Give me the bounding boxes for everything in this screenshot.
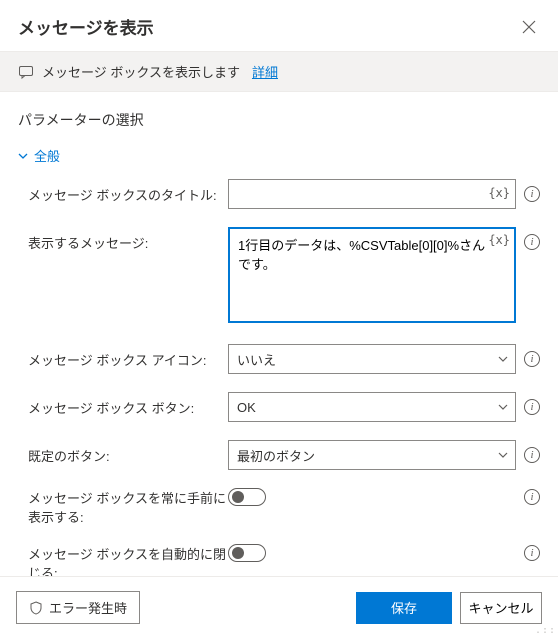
message-input[interactable] bbox=[228, 227, 516, 323]
auto-close-toggle[interactable] bbox=[228, 544, 266, 562]
save-button[interactable]: 保存 bbox=[356, 592, 452, 624]
chevron-down-icon bbox=[497, 401, 509, 413]
dialog-title: メッセージを表示 bbox=[18, 14, 154, 39]
group-general[interactable]: 全般 bbox=[18, 146, 540, 165]
icon-select-value: いいえ bbox=[237, 350, 276, 369]
section-title: パラメーターの選択 bbox=[18, 110, 540, 130]
info-bar: メッセージ ボックスを表示します 詳細 bbox=[0, 51, 558, 92]
chevron-down-icon bbox=[497, 353, 509, 365]
info-icon[interactable]: i bbox=[524, 351, 540, 367]
field-title: メッセージ ボックスのタイトル: {x} i bbox=[28, 179, 540, 209]
field-default: 既定のボタン: 最初のボタン i bbox=[28, 440, 540, 470]
info-icon[interactable]: i bbox=[524, 489, 540, 505]
close-button[interactable] bbox=[518, 16, 540, 38]
field-buttons-label: メッセージ ボックス ボタン: bbox=[28, 392, 228, 417]
field-icon-label: メッセージ ボックス アイコン: bbox=[28, 344, 228, 369]
dialog: メッセージを表示 メッセージ ボックスを表示します 詳細 パラメーターの選択 全… bbox=[0, 0, 558, 638]
field-auto-close-label: メッセージ ボックスを自動的に閉じる: bbox=[28, 544, 228, 576]
info-icon[interactable]: i bbox=[524, 545, 540, 561]
chevron-down-icon bbox=[18, 151, 28, 161]
default-select-value: 最初のボタン bbox=[237, 446, 315, 465]
info-icon[interactable]: i bbox=[524, 447, 540, 463]
details-link[interactable]: 詳細 bbox=[252, 62, 278, 81]
cancel-button[interactable]: キャンセル bbox=[460, 592, 542, 624]
title-input[interactable] bbox=[228, 179, 516, 209]
field-always-top: メッセージ ボックスを常に手前に表示する: i bbox=[28, 488, 540, 526]
content: パラメーターの選択 全般 メッセージ ボックスのタイトル: {x} i 表示する… bbox=[0, 92, 558, 576]
field-message-label: 表示するメッセージ: bbox=[28, 227, 228, 252]
field-message: 表示するメッセージ: {x} i bbox=[28, 227, 540, 326]
info-icon[interactable]: i bbox=[524, 399, 540, 415]
on-error-button[interactable]: エラー発生時 bbox=[16, 591, 140, 624]
icon-select[interactable]: いいえ bbox=[228, 344, 516, 374]
chevron-down-icon bbox=[497, 449, 509, 461]
always-top-toggle[interactable] bbox=[228, 488, 266, 506]
default-select[interactable]: 最初のボタン bbox=[228, 440, 516, 470]
field-default-label: 既定のボタン: bbox=[28, 440, 228, 465]
field-buttons: メッセージ ボックス ボタン: OK i bbox=[28, 392, 540, 422]
field-auto-close: メッセージ ボックスを自動的に閉じる: i bbox=[28, 544, 540, 576]
field-always-top-label: メッセージ ボックスを常に手前に表示する: bbox=[28, 488, 228, 526]
footer: エラー発生時 保存 キャンセル bbox=[0, 576, 558, 638]
info-icon[interactable]: i bbox=[524, 234, 540, 250]
variable-icon[interactable]: {x} bbox=[488, 186, 510, 200]
info-text: メッセージ ボックスを表示します bbox=[42, 62, 240, 81]
on-error-label: エラー発生時 bbox=[49, 598, 127, 617]
resize-grip[interactable]: .:: bbox=[535, 626, 556, 636]
field-icon: メッセージ ボックス アイコン: いいえ i bbox=[28, 344, 540, 374]
info-icon[interactable]: i bbox=[524, 186, 540, 202]
field-title-label: メッセージ ボックスのタイトル: bbox=[28, 179, 228, 204]
shield-icon bbox=[29, 601, 43, 615]
buttons-select-value: OK bbox=[237, 400, 256, 415]
dialog-header: メッセージを表示 bbox=[0, 0, 558, 51]
close-icon bbox=[522, 20, 536, 34]
buttons-select[interactable]: OK bbox=[228, 392, 516, 422]
message-icon bbox=[18, 64, 34, 80]
group-general-label: 全般 bbox=[34, 146, 60, 165]
variable-icon[interactable]: {x} bbox=[488, 233, 510, 247]
